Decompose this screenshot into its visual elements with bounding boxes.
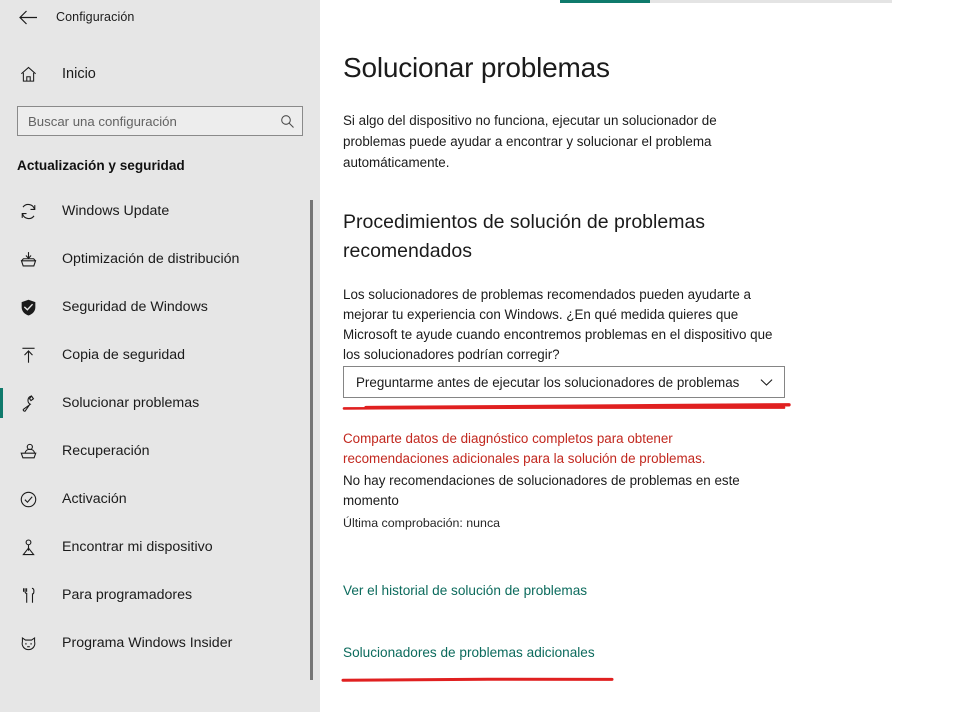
- recommended-troubleshooting-dropdown[interactable]: Preguntarme antes de ejecutar los soluci…: [343, 366, 785, 398]
- sidebar-item-for-developers[interactable]: Para programadores: [0, 571, 320, 619]
- sidebar-item-backup[interactable]: Copia de seguridad: [0, 331, 320, 379]
- sidebar-scrollbar[interactable]: [308, 0, 316, 712]
- search-icon[interactable]: [278, 112, 296, 130]
- selection-accent-bar: [0, 244, 3, 274]
- sidebar-item-label: Activación: [62, 491, 127, 507]
- last-check-text: Última comprobación: nunca: [343, 516, 501, 530]
- page-title: Solucionar problemas: [343, 52, 610, 83]
- upload-arrow-icon: [16, 343, 40, 367]
- selection-accent-bar: [0, 436, 3, 466]
- selection-accent-bar: [0, 388, 3, 418]
- sidebar-item-label: Programa Windows Insider: [62, 635, 233, 651]
- developer-tools-icon: [16, 583, 40, 607]
- selection-accent-bar: [0, 484, 3, 514]
- sidebar-item-delivery-optimization[interactable]: Optimización de distribución: [0, 235, 320, 283]
- selection-accent-bar: [0, 292, 3, 322]
- search-box[interactable]: [17, 106, 303, 136]
- sidebar-item-label: Copia de seguridad: [62, 347, 186, 363]
- chevron-down-icon[interactable]: [758, 374, 774, 390]
- sidebar-group-title: Actualización y seguridad: [17, 158, 185, 173]
- wrench-icon: [16, 391, 40, 415]
- check-circle-icon: [16, 487, 40, 511]
- link-additional-troubleshooters[interactable]: Solucionadores de problemas adicionales: [343, 645, 595, 660]
- annotation-additional-troubleshooters-underline: [340, 672, 616, 682]
- refresh-icon: [16, 199, 40, 223]
- home-icon: [16, 62, 40, 86]
- sidebar-item-label: Encontrar mi dispositivo: [62, 539, 213, 555]
- sidebar-item-activation[interactable]: Activación: [0, 475, 320, 523]
- delivery-optimization-icon: [16, 247, 40, 271]
- sidebar-item-windows-insider[interactable]: Programa Windows Insider: [0, 619, 320, 667]
- shield-icon: [16, 295, 40, 319]
- recovery-icon: [16, 439, 40, 463]
- selection-accent-bar: [0, 532, 3, 562]
- top-progress-active-segment: [560, 0, 650, 3]
- main-content: Solucionar problemas Si algo del disposi…: [320, 0, 980, 712]
- no-recommendations-text: No hay recomendaciones de solucionadores…: [343, 473, 740, 508]
- sidebar-item-label: Windows Update: [62, 203, 170, 219]
- settings-window: Configuración Inicio Actualización y: [0, 0, 980, 712]
- find-device-icon: [16, 535, 40, 559]
- back-arrow-icon: [18, 10, 38, 25]
- sidebar-item-home[interactable]: Inicio: [0, 56, 320, 92]
- selection-accent-bar: [0, 580, 3, 610]
- sidebar-item-recovery[interactable]: Recuperación: [0, 427, 320, 475]
- sidebar-item-windows-security[interactable]: Seguridad de Windows: [0, 283, 320, 331]
- selection-accent-bar: [0, 340, 3, 370]
- window-title: Configuración: [56, 10, 135, 24]
- link-troubleshooting-history[interactable]: Ver el historial de solución de problema…: [343, 583, 587, 598]
- sidebar-nav: Windows Update Optimización de distribuc…: [0, 187, 320, 667]
- sidebar-item-label: Optimización de distribución: [62, 251, 240, 267]
- top-progress-indicator: [560, 0, 892, 3]
- insider-cat-icon: [16, 631, 40, 655]
- sidebar-item-label: Recuperación: [62, 443, 150, 459]
- sidebar-item-label: Seguridad de Windows: [62, 299, 208, 315]
- back-button[interactable]: [14, 3, 42, 31]
- sidebar-item-windows-update[interactable]: Windows Update: [0, 187, 320, 235]
- intro-text: Si algo del dispositivo no funciona, eje…: [343, 113, 717, 170]
- section-description: Los solucionadores de problemas recomend…: [343, 287, 773, 362]
- title-bar: Configuración: [0, 0, 320, 34]
- sidebar-item-label: Solucionar problemas: [62, 395, 200, 411]
- section-title-recommended: Procedimientos de solución de problemas …: [343, 211, 706, 262]
- diagnostic-warning-text: Comparte datos de diagnóstico completos …: [343, 431, 706, 466]
- sidebar-item-troubleshoot[interactable]: Solucionar problemas: [0, 379, 320, 427]
- sidebar-home-label: Inicio: [62, 66, 96, 82]
- sidebar: Configuración Inicio Actualización y: [0, 0, 320, 712]
- sidebar-scrollbar-thumb[interactable]: [310, 200, 313, 680]
- annotation-dropdown-underline: [340, 400, 792, 414]
- search-input[interactable]: [28, 113, 278, 129]
- dropdown-selected-value: Preguntarme antes de ejecutar los soluci…: [356, 374, 740, 390]
- sidebar-item-label: Para programadores: [62, 587, 193, 603]
- sidebar-item-find-my-device[interactable]: Encontrar mi dispositivo: [0, 523, 320, 571]
- selection-accent-bar: [0, 628, 3, 658]
- selection-accent-bar: [0, 196, 3, 226]
